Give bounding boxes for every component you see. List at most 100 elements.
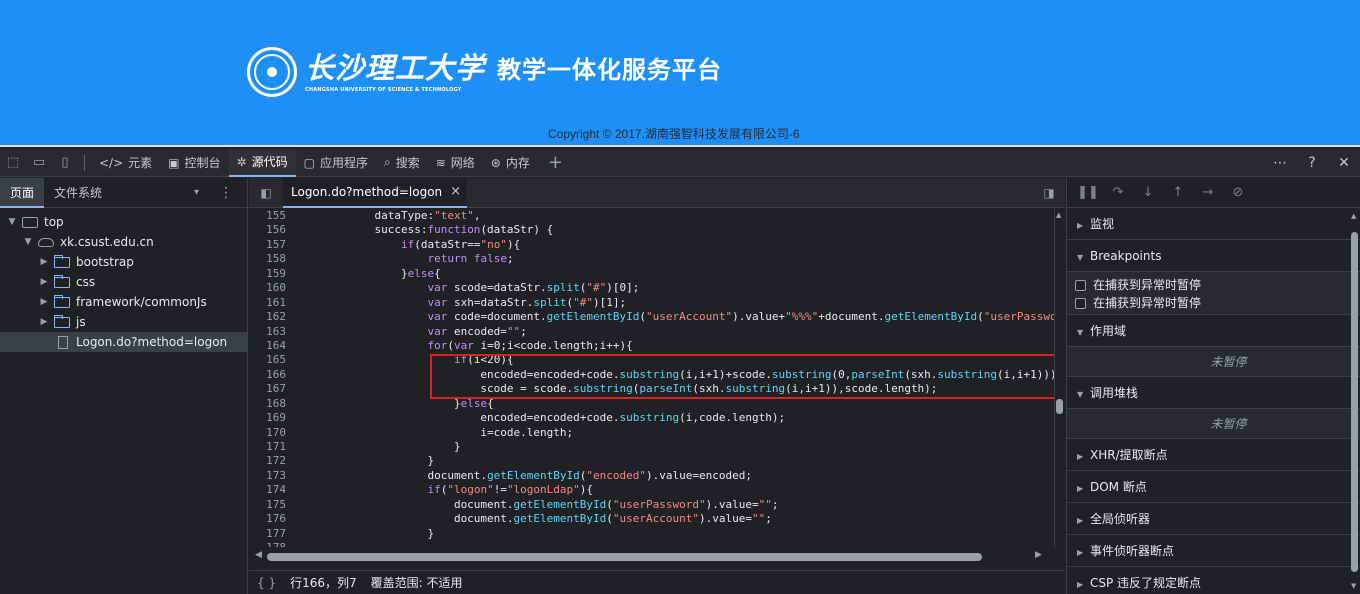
code-line[interactable]: 155 dataType:"text", — [249, 209, 1055, 223]
tree-item[interactable]: ▶ js — [0, 312, 247, 332]
line-number[interactable]: 158 — [249, 252, 286, 266]
deactivate-breakpoints-icon[interactable]: ⊘ — [1223, 185, 1253, 200]
step-icon[interactable]: → — [1193, 185, 1223, 200]
toggle-debugger-icon[interactable]: ◨ — [1033, 186, 1065, 200]
devtools-tab[interactable]: ▣ 控制台 — [160, 149, 228, 177]
code-line[interactable]: 157 if(dataStr=="no"){ — [249, 238, 1055, 252]
line-number[interactable]: 162 — [249, 310, 286, 324]
line-number[interactable]: 171 — [249, 440, 286, 454]
line-number[interactable]: 165 — [249, 353, 286, 367]
debugger-section-header[interactable]: ▼ Breakpoints — [1067, 240, 1360, 272]
line-number[interactable]: 173 — [249, 469, 286, 483]
collapsed-arrow-icon[interactable]: ▶ — [38, 257, 50, 267]
pause-icon[interactable]: ❚❚ — [1073, 185, 1103, 200]
more-tabs-plus-icon[interactable]: + — [538, 152, 573, 173]
collapsed-arrow-icon[interactable]: ▶ — [38, 277, 50, 287]
line-number[interactable]: 163 — [249, 325, 286, 339]
scroll-right-icon[interactable]: ▶ — [1035, 550, 1042, 560]
line-number[interactable]: 169 — [249, 411, 286, 425]
scroll-up-icon[interactable]: ▲ — [1056, 211, 1061, 219]
pretty-print-icon[interactable]: { } — [257, 576, 276, 590]
debugger-section-header[interactable]: ▶ CSP 违反了规定断点 — [1067, 567, 1360, 594]
debugger-section-header[interactable]: ▶ 全局侦听器 — [1067, 503, 1360, 535]
kebab-menu-icon[interactable]: ⋮ — [219, 178, 233, 208]
code-line[interactable]: 169 encoded=encoded+code.substring(i,cod… — [249, 411, 1055, 425]
line-number[interactable]: 178 — [249, 541, 286, 547]
code-line[interactable]: 172 } — [249, 454, 1055, 468]
line-number[interactable]: 172 — [249, 454, 286, 468]
code-line[interactable]: 174 if("logon"!="logonLdap"){ — [249, 483, 1055, 497]
code-line[interactable]: 156 success:function(dataStr) { — [249, 223, 1055, 237]
checkbox[interactable] — [1075, 297, 1086, 309]
tree-item[interactable]: ▶ css — [0, 272, 247, 292]
code-line[interactable]: 162 var code=document.getElementById("us… — [249, 310, 1055, 324]
code-line[interactable]: 171 } — [249, 440, 1055, 454]
line-number[interactable]: 177 — [249, 527, 286, 541]
code-line[interactable]: 177 } — [249, 527, 1055, 541]
toggle-navigator-icon[interactable]: ◧ — [249, 186, 283, 200]
line-number[interactable]: 166 — [249, 368, 286, 382]
code-line[interactable]: 175 document.getElementById("userPasswor… — [249, 498, 1055, 512]
pause-on-exception-option[interactable]: 在捕获到异常时暂停 — [1067, 276, 1360, 294]
scroll-left-icon[interactable]: ◀ — [255, 550, 262, 560]
scroll-thumb-h[interactable] — [267, 553, 982, 561]
debugger-section-header[interactable]: ▶ DOM 断点 — [1067, 471, 1360, 503]
line-number[interactable]: 167 — [249, 382, 286, 396]
expanded-arrow-icon[interactable]: ▼ — [6, 217, 18, 227]
debugger-section-header[interactable]: ▼ 调用堆栈 — [1067, 377, 1360, 409]
code-line[interactable]: 170 i=code.length; — [249, 426, 1055, 440]
line-number[interactable]: 176 — [249, 512, 286, 526]
code-line[interactable]: 159 }else{ — [249, 267, 1055, 281]
line-number[interactable]: 155 — [249, 209, 286, 223]
checkbox[interactable] — [1075, 279, 1086, 291]
debugger-scrollbar[interactable]: ▲ ▼ — [1348, 208, 1360, 594]
tree-item[interactable]: Logon.do?method=logon — [0, 332, 247, 352]
dock-side-icon[interactable]: ▯ — [52, 149, 78, 177]
tree-item[interactable]: ▶ framework/commonJs — [0, 292, 247, 312]
collapsed-arrow-icon[interactable]: ▶ — [38, 297, 50, 307]
debugger-section-header[interactable]: ▶ XHR/提取断点 — [1067, 439, 1360, 471]
step-out-icon[interactable]: ↑ — [1163, 185, 1193, 200]
code-line[interactable]: 173 document.getElementById("encoded").v… — [249, 469, 1055, 483]
line-number[interactable]: 159 — [249, 267, 286, 281]
devtools-tab[interactable]: ⊛ 内存 — [483, 149, 538, 177]
line-number[interactable]: 161 — [249, 296, 286, 310]
devtools-tab[interactable]: </> 元素 — [91, 149, 160, 177]
line-number[interactable]: 170 — [249, 426, 286, 440]
code-line[interactable]: 160 var scode=dataStr.split("#")[0]; — [249, 281, 1055, 295]
more-options-icon[interactable]: ⋯ — [1264, 155, 1296, 171]
line-number[interactable]: 156 — [249, 223, 286, 237]
scroll-thumb[interactable] — [1056, 399, 1063, 414]
devtools-tab[interactable]: ✲ 源代码 — [228, 148, 296, 177]
step-over-icon[interactable]: ↷ — [1103, 185, 1133, 200]
debugger-section-header[interactable]: ▼ 作用域 — [1067, 315, 1360, 347]
tree-item[interactable]: ▼ xk.csust.edu.cn — [0, 232, 247, 252]
expanded-arrow-icon[interactable]: ▼ — [22, 237, 34, 247]
code-line[interactable]: 158 return false; — [249, 252, 1055, 266]
device-toolbar-icon[interactable]: ▭ — [26, 149, 52, 177]
vertical-scrollbar[interactable]: ▲ — [1054, 209, 1064, 547]
horizontal-scrollbar[interactable]: ◀ ▶ — [249, 550, 1049, 564]
pause-on-exception-option[interactable]: 在捕获到异常时暂停 — [1067, 294, 1360, 312]
help-icon[interactable]: ? — [1296, 155, 1328, 171]
editor-tab-logon[interactable]: Logon.do?method=logon × — [283, 177, 468, 208]
devtools-tab[interactable]: ⌕ 搜索 — [376, 149, 428, 177]
devtools-tab[interactable]: ≋ 网络 — [428, 149, 483, 177]
close-tab-icon[interactable]: × — [450, 184, 461, 199]
code-line[interactable]: 176 document.getElementById("userAccount… — [249, 512, 1055, 526]
code-line[interactable]: 164 for(var i=0;i<code.length;i++){ — [249, 339, 1055, 353]
tree-item[interactable]: ▼ top — [0, 212, 247, 232]
chevron-down-icon[interactable]: ▾ — [194, 178, 199, 208]
step-into-icon[interactable]: ↓ — [1133, 185, 1163, 200]
close-devtools-icon[interactable]: ✕ — [1328, 155, 1360, 171]
code-line[interactable]: 178 — [249, 541, 1055, 547]
tab-filesystem[interactable]: 文件系统 — [44, 178, 112, 208]
tree-item[interactable]: ▶ bootstrap — [0, 252, 247, 272]
code-line[interactable]: 161 var sxh=dataStr.split("#")[1]; — [249, 296, 1055, 310]
inspect-element-icon[interactable]: ⬚ — [0, 149, 26, 177]
collapsed-arrow-icon[interactable]: ▶ — [38, 317, 50, 327]
debugger-section-header[interactable]: ▶ 事件侦听器断点 — [1067, 535, 1360, 567]
line-number[interactable]: 175 — [249, 498, 286, 512]
line-number[interactable]: 157 — [249, 238, 286, 252]
code-line[interactable]: 163 var encoded=""; — [249, 325, 1055, 339]
